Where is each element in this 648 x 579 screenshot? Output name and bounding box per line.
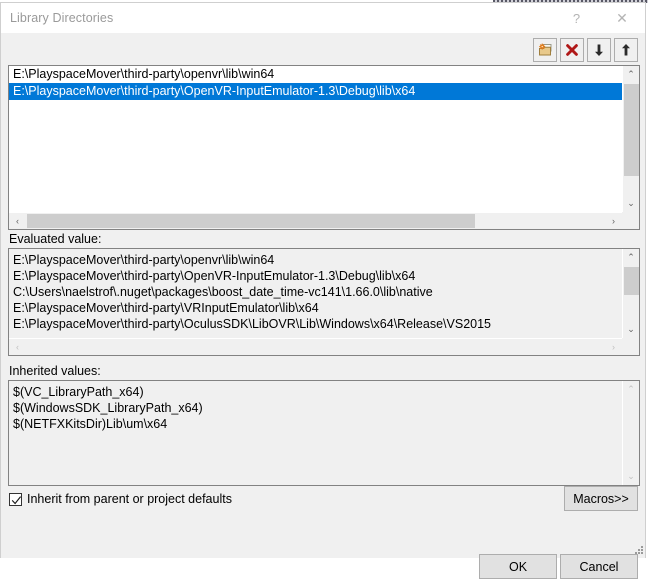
evaluated-line: E:\PlayspaceMover\third-party\OpenVR-Inp… (13, 269, 416, 283)
scroll-down-arrow-icon[interactable]: ⌄ (623, 321, 639, 338)
evaluated-line: E:\PlayspaceMover\third-party\OculusSDK\… (13, 317, 491, 331)
inherit-checkbox-label: Inherit from parent or project defaults (27, 492, 232, 506)
inherit-checkbox[interactable] (9, 492, 22, 506)
checkmark-icon (11, 495, 22, 504)
scroll-up-arrow-icon[interactable]: ⌃ (623, 66, 639, 83)
evaluated-line: E:\PlayspaceMover\third-party\openvr\lib… (13, 253, 275, 267)
scrollbar-thumb[interactable] (624, 84, 639, 176)
evaluated-vertical-scrollbar[interactable]: ⌃ ⌄ (622, 249, 639, 338)
directory-list-vertical-scrollbar[interactable]: ⌃ ⌄ (622, 66, 639, 212)
scroll-up-arrow-icon[interactable]: ⌃ (623, 249, 639, 266)
new-line-button[interactable] (533, 38, 557, 62)
library-directories-dialog: Library Directories ? ✕ E:\PlayspaceMove… (0, 2, 646, 579)
directory-list-horizontal-scrollbar[interactable]: ‹ › (9, 212, 622, 229)
ok-button[interactable]: OK (479, 554, 557, 579)
dialog-title: Library Directories (10, 11, 114, 25)
directory-listbox[interactable]: E:\PlayspaceMover\third-party\openvr\lib… (8, 65, 640, 230)
scroll-down-arrow-icon[interactable]: ⌄ (623, 468, 639, 485)
evaluated-line: E:\PlayspaceMover\third-party\VRInputEmu… (13, 301, 319, 315)
inherited-vertical-scrollbar[interactable]: ⌃ ⌄ (622, 381, 639, 485)
inherited-line: $(NETFXKitsDir)Lib\um\x64 (13, 417, 168, 431)
scroll-up-arrow-icon[interactable]: ⌃ (623, 381, 639, 398)
inherited-values-panel[interactable]: $(VC_LibraryPath_x64) $(WindowsSDK_Libra… (8, 380, 640, 486)
scroll-right-arrow-icon[interactable]: › (605, 339, 622, 355)
close-button[interactable]: ✕ (599, 3, 645, 33)
list-item[interactable]: E:\PlayspaceMover\third-party\OpenVR-Inp… (9, 83, 622, 100)
inherited-line: $(VC_LibraryPath_x64) (13, 385, 144, 399)
scroll-left-arrow-icon[interactable]: ‹ (9, 339, 26, 355)
dialog-titlebar[interactable]: Library Directories ? ✕ (1, 3, 645, 33)
arrow-down-icon (591, 42, 607, 58)
inherit-checkbox-row[interactable]: Inherit from parent or project defaults (9, 492, 232, 506)
move-up-button[interactable] (614, 38, 638, 62)
scroll-left-arrow-icon[interactable]: ‹ (9, 213, 26, 229)
titlebar-buttons: ? ✕ (554, 3, 645, 33)
macros-button[interactable]: Macros>> (564, 486, 638, 511)
inherited-line: $(WindowsSDK_LibraryPath_x64) (13, 401, 203, 415)
scrollbar-corner (622, 338, 639, 355)
inherited-values-label: Inherited values: (9, 364, 101, 378)
scrollbar-corner (622, 212, 639, 229)
cancel-button[interactable]: Cancel (560, 554, 638, 579)
scroll-down-arrow-icon[interactable]: ⌄ (623, 195, 639, 212)
evaluated-value-content: E:\PlayspaceMover\third-party\openvr\lib… (9, 249, 622, 338)
arrow-up-icon (618, 42, 634, 58)
inherited-values-content: $(VC_LibraryPath_x64) $(WindowsSDK_Libra… (9, 381, 622, 485)
move-down-button[interactable] (587, 38, 611, 62)
evaluated-value-panel[interactable]: E:\PlayspaceMover\third-party\openvr\lib… (8, 248, 640, 356)
evaluated-line: C:\Users\naelstrof\.nuget\packages\boost… (13, 285, 433, 299)
list-toolbar (533, 38, 638, 62)
directory-list-items: E:\PlayspaceMover\third-party\openvr\lib… (9, 66, 622, 212)
new-folder-icon (537, 42, 553, 58)
delete-x-icon (564, 42, 580, 58)
evaluated-horizontal-scrollbar[interactable]: ‹ › (9, 338, 622, 355)
resize-grip[interactable] (630, 543, 644, 557)
scroll-right-arrow-icon[interactable]: › (605, 213, 622, 229)
scrollbar-thumb[interactable] (624, 267, 639, 295)
scrollbar-thumb[interactable] (27, 214, 475, 228)
dialog-client-area: E:\PlayspaceMover\third-party\openvr\lib… (1, 33, 645, 579)
evaluated-value-label: Evaluated value: (9, 232, 102, 246)
delete-button[interactable] (560, 38, 584, 62)
help-button[interactable]: ? (554, 3, 599, 33)
list-item[interactable]: E:\PlayspaceMover\third-party\openvr\lib… (9, 66, 622, 83)
